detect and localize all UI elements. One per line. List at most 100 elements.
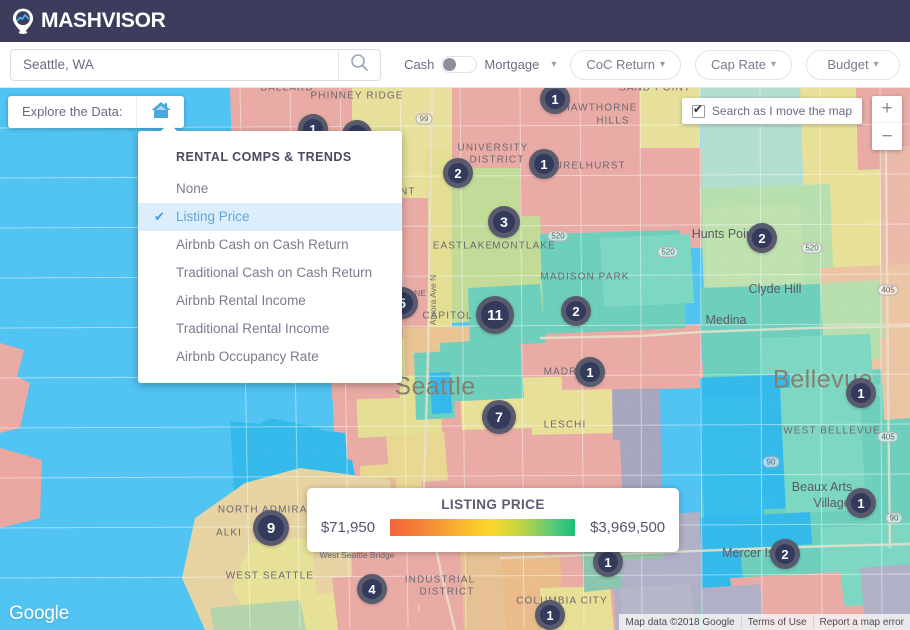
map-data-text: Map data ©2018 Google: [619, 617, 740, 628]
dropdown-item-airbnb-cash-on-cash-return[interactable]: Airbnb Cash on Cash Return: [138, 231, 402, 259]
listing-price-legend: LISTING PRICE $71,950 $3,969,500: [307, 488, 679, 552]
route-shield: 90: [886, 513, 903, 524]
dropdown-item-label: Airbnb Cash on Cash Return: [176, 237, 349, 252]
home-icon: [150, 100, 172, 125]
map-cluster-marker[interactable]: 2: [747, 223, 777, 253]
toolbar-filters: Cash Mortgage ▾ CoC Return ▾ Cap Rate ▾ …: [397, 50, 900, 80]
marker-count: 2: [758, 231, 765, 246]
dropdown-item-label: Traditional Rental Income: [176, 321, 329, 336]
filter-toolbar: Cash Mortgage ▾ CoC Return ▾ Cap Rate ▾ …: [0, 42, 910, 88]
zoom-out-button[interactable]: −: [872, 123, 902, 150]
marker-count: 1: [551, 92, 558, 107]
route-shield: 520: [801, 243, 822, 254]
dropdown-item-airbnb-occupancy-rate[interactable]: Airbnb Occupancy Rate: [138, 343, 402, 371]
map-cluster-marker[interactable]: 1: [575, 357, 605, 387]
cash-mortgage-toggle[interactable]: [441, 56, 477, 73]
cash-label: Cash: [397, 57, 441, 72]
marker-count: 1: [857, 496, 864, 511]
marker-count: 1: [604, 555, 611, 570]
explore-the-data-label: Explore the Data:: [8, 96, 136, 128]
legend-min-value: $71,950: [321, 519, 375, 536]
map-cluster-marker[interactable]: 9: [253, 510, 289, 546]
legend-scale: $71,950 $3,969,500: [307, 519, 679, 536]
route-shield: 99: [416, 114, 433, 125]
location-search[interactable]: [10, 49, 381, 81]
route-shield: 405: [877, 285, 898, 296]
search-button[interactable]: [338, 50, 380, 80]
terms-of-use-link[interactable]: Terms of Use: [741, 617, 813, 628]
app-header: MASHVISOR: [0, 0, 910, 42]
cash-mortgage-switch[interactable]: Cash Mortgage ▾: [397, 56, 556, 73]
map-cluster-marker[interactable]: 1: [846, 488, 876, 518]
chevron-down-icon: ▾: [660, 59, 665, 70]
report-map-error-link[interactable]: Report a map error: [813, 617, 910, 628]
legend-title: LISTING PRICE: [441, 497, 544, 512]
dropdown-item-airbnb-rental-income[interactable]: Airbnb Rental Income: [138, 287, 402, 315]
map-attribution: Map data ©2018 Google Terms of Use Repor…: [619, 614, 910, 630]
chevron-down-icon[interactable]: ▾: [551, 59, 556, 70]
marker-count: 9: [267, 520, 275, 537]
map-cluster-marker[interactable]: 1: [535, 600, 565, 630]
check-icon: ✔: [154, 203, 165, 231]
route-shield: 90: [763, 457, 780, 468]
dropdown-item-listing-price[interactable]: ✔ Listing Price: [138, 203, 402, 231]
mortgage-label: Mortgage: [477, 57, 546, 72]
map-cluster-marker[interactable]: 1: [846, 378, 876, 408]
dropdown-items: None ✔ Listing Price Airbnb Cash on Cash Re…: [138, 175, 402, 371]
dropdown-item-traditional-cash-on-cash-return[interactable]: Traditional Cash on Cash Return: [138, 259, 402, 287]
legend-max-value: $3,969,500: [590, 519, 665, 536]
filter-coc-return[interactable]: CoC Return ▾: [570, 50, 681, 80]
marker-count: 2: [454, 166, 461, 181]
chevron-down-icon: ▾: [771, 59, 776, 70]
marker-count: 1: [546, 608, 553, 623]
filter-label: CoC Return: [586, 57, 655, 72]
search-icon: [350, 53, 369, 77]
dropdown-item-label: Airbnb Rental Income: [176, 293, 306, 308]
marker-count: 4: [368, 582, 375, 597]
dropdown-item-label: Listing Price: [176, 209, 250, 224]
explore-the-data-control: Explore the Data:: [8, 96, 184, 128]
dropdown-item-traditional-rental-income[interactable]: Traditional Rental Income: [138, 315, 402, 343]
marker-count: 1: [857, 386, 864, 401]
filter-budget[interactable]: Budget ▾: [806, 50, 900, 80]
legend-gradient-bar: [390, 519, 575, 536]
google-watermark: Google: [9, 603, 69, 625]
toggle-knob: [443, 58, 456, 71]
map-cluster-marker[interactable]: 2: [770, 539, 800, 569]
map-cluster-marker[interactable]: 11: [476, 296, 514, 334]
route-shield: 405: [877, 432, 898, 443]
marker-count: 2: [781, 547, 788, 562]
marker-count: 1: [540, 157, 547, 172]
map-cluster-marker[interactable]: 2: [561, 296, 591, 326]
route-shield: 520: [657, 247, 678, 258]
brand-logo[interactable]: MASHVISOR: [12, 8, 165, 35]
dropdown-item-label: Airbnb Occupancy Rate: [176, 349, 319, 364]
dropdown-item-label: Traditional Cash on Cash Return: [176, 265, 372, 280]
mashvisor-map-app: MASHVISOR Cash Mortgage: [0, 0, 910, 630]
dropdown-item-none[interactable]: None: [138, 175, 402, 203]
dropdown-item-label: None: [176, 181, 208, 196]
map-cluster-marker[interactable]: 2: [443, 158, 473, 188]
route-shield: 520: [547, 231, 568, 242]
map-cluster-marker[interactable]: 4: [357, 574, 387, 604]
map-cluster-marker[interactable]: 3: [488, 206, 520, 238]
map-pin-chart-icon: [12, 8, 34, 35]
filter-label: Budget: [827, 57, 868, 72]
search-as-move-checkbox[interactable]: [692, 105, 705, 118]
zoom-in-button[interactable]: +: [872, 96, 902, 123]
marker-count: 2: [572, 304, 579, 319]
search-input[interactable]: [11, 50, 338, 80]
map-cluster-marker[interactable]: 7: [482, 400, 516, 434]
map-zoom-controls: + −: [872, 96, 902, 150]
search-as-move-label: Search as I move the map: [712, 104, 852, 118]
marker-count: 3: [500, 214, 508, 230]
marker-count: 1: [586, 365, 593, 380]
map-cluster-marker[interactable]: 1: [529, 149, 559, 179]
dropdown-title: RENTAL COMPS & TRENDS: [138, 145, 402, 169]
search-as-i-move-control[interactable]: Search as I move the map: [682, 98, 862, 124]
marker-count: 11: [487, 307, 503, 324]
rental-comps-dropdown: RENTAL COMPS & TRENDS None ✔ Listing Price…: [138, 131, 402, 383]
filter-cap-rate[interactable]: Cap Rate ▾: [695, 50, 792, 80]
dropdown-arrow: [160, 123, 178, 132]
chevron-down-icon: ▾: [874, 59, 879, 70]
